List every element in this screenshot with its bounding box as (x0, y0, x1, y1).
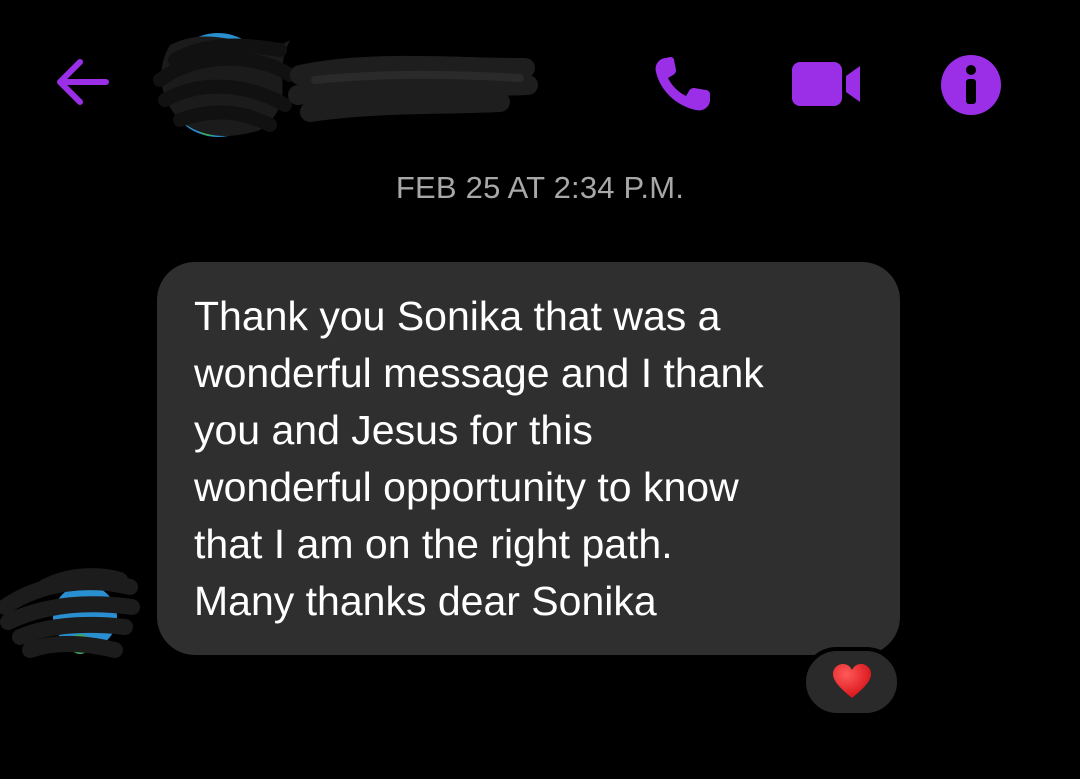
contact-header[interactable] (150, 20, 540, 145)
contact-avatar-redacted (153, 33, 538, 137)
conversation-header (0, 0, 1080, 160)
red-heart-icon (832, 664, 871, 698)
avatar-scribble (0, 568, 140, 658)
message-text: Thank you Sonika that was a wonderful me… (194, 293, 764, 624)
message-timestamp: FEB 25 AT 2:34 P.M. (395, 170, 685, 205)
phone-icon (655, 57, 710, 111)
voice-call-button[interactable] (648, 52, 720, 116)
info-icon (941, 55, 1001, 115)
back-button[interactable] (50, 54, 116, 110)
video-camera-icon (792, 62, 860, 106)
message-row: Thank you Sonika that was a wonderful me… (0, 262, 1080, 722)
message-bubble[interactable]: Thank you Sonika that was a wonderful me… (157, 262, 900, 655)
arrow-left-icon (57, 59, 109, 105)
message-reaction[interactable] (802, 647, 901, 717)
video-call-button[interactable] (788, 58, 866, 110)
conversation-info-button[interactable] (938, 52, 1004, 118)
sender-avatar-redacted (0, 562, 140, 662)
